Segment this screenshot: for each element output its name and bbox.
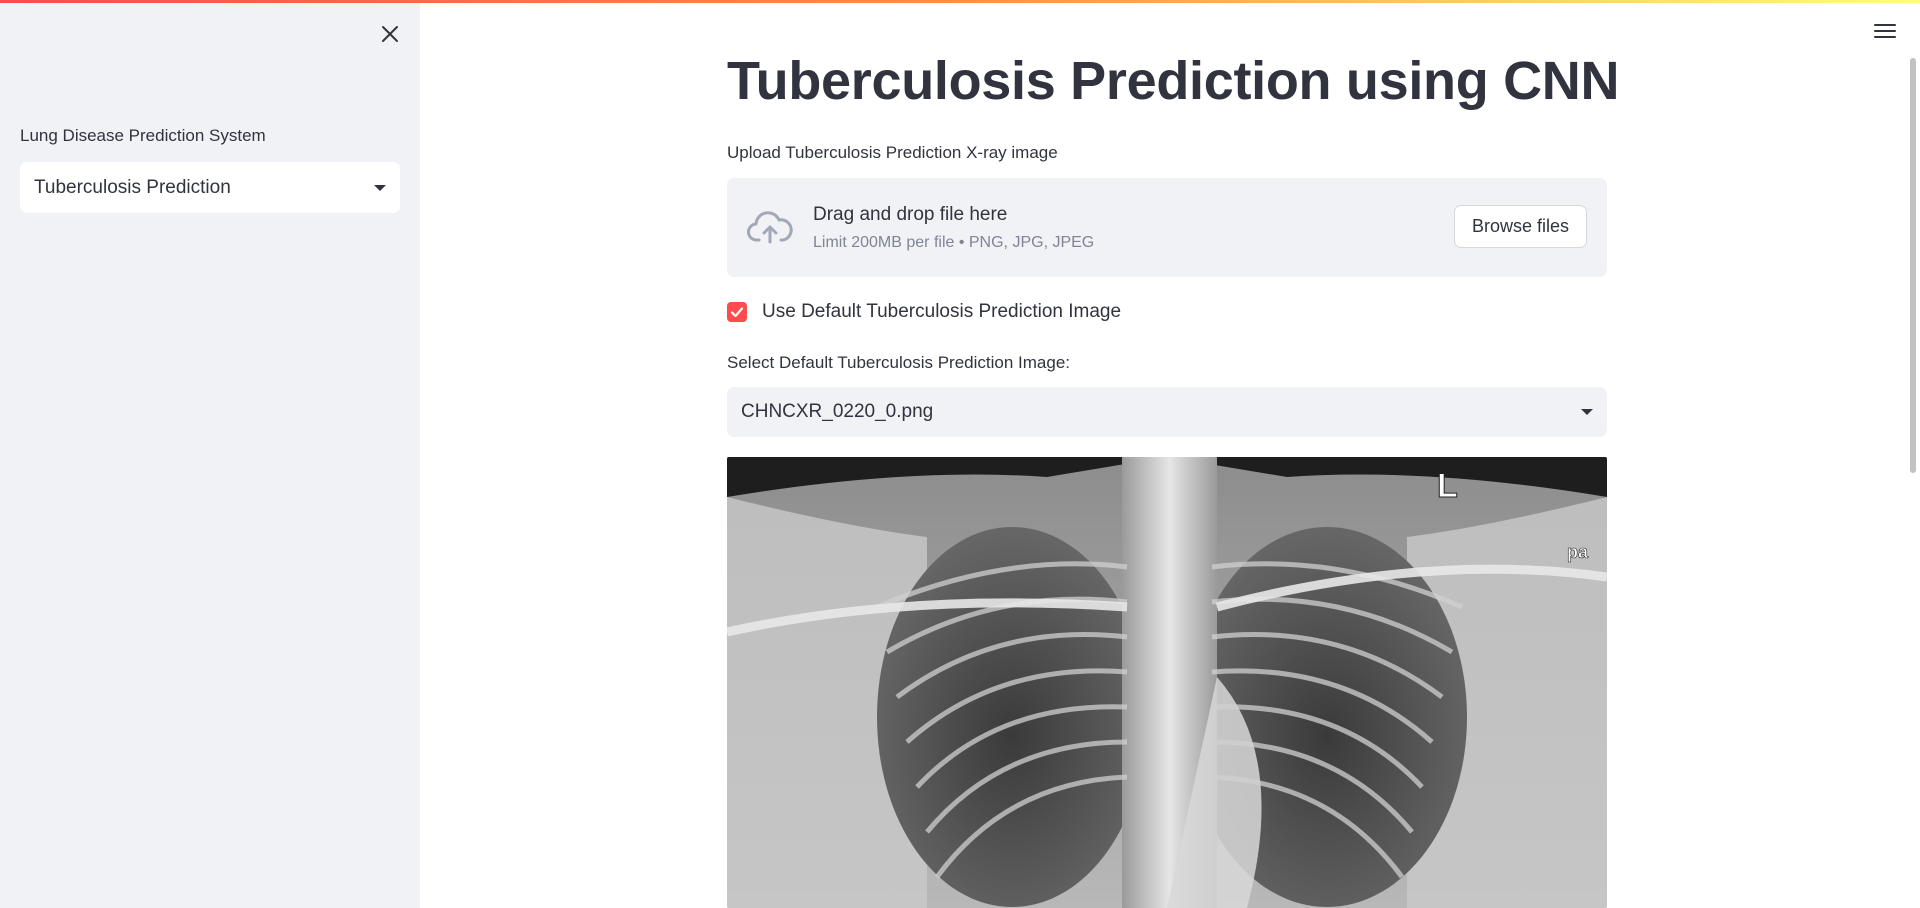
dropzone-title: Drag and drop file here [813, 204, 1008, 225]
close-sidebar-button[interactable] [376, 20, 404, 48]
check-icon [730, 307, 744, 318]
xray-image: L pa [727, 457, 1607, 908]
scrollbar-thumb[interactable] [1910, 58, 1916, 473]
menu-icon [1874, 24, 1896, 26]
file-dropzone[interactable]: Drag and drop file here Limit 200MB per … [727, 178, 1607, 277]
xray-marker-pa: pa [1567, 542, 1589, 562]
sidebar-select-label: Lung Disease Prediction System [20, 126, 266, 145]
upload-cloud-icon [747, 211, 793, 244]
sidebar: Lung Disease Prediction System Tuberculo… [0, 0, 420, 908]
checkbox-label: Use Default Tuberculosis Prediction Imag… [762, 301, 1122, 322]
top-decoration-bar [0, 0, 1920, 3]
checkbox-box[interactable] [727, 302, 747, 322]
default-image-select-value: CHNCXR_0220_0.png [741, 401, 934, 422]
default-image-checkbox[interactable]: Use Default Tuberculosis Prediction Imag… [727, 301, 1121, 323]
disease-select-value: Tuberculosis Prediction [34, 176, 231, 198]
dropzone-limit-text: Limit 200MB per file • PNG, JPG, JPEG [813, 234, 1095, 251]
chest-xray-illustration: L pa [727, 457, 1607, 908]
xray-marker-l: L [1437, 467, 1458, 505]
close-icon [382, 26, 398, 42]
page-title: Tuberculosis Prediction using CNN [727, 51, 1620, 111]
browse-files-button[interactable]: Browse files [1454, 205, 1587, 248]
disease-select[interactable]: Tuberculosis Prediction [20, 162, 400, 213]
scrollbar[interactable] [1904, 0, 1920, 908]
default-image-select-label: Select Default Tuberculosis Prediction I… [727, 353, 1071, 372]
chevron-down-icon [374, 184, 386, 191]
upload-label: Upload Tuberculosis Prediction X-ray ima… [727, 143, 1058, 162]
chevron-down-icon [1581, 409, 1593, 415]
main-menu-button[interactable] [1874, 22, 1896, 40]
default-image-select[interactable]: CHNCXR_0220_0.png [727, 387, 1607, 437]
